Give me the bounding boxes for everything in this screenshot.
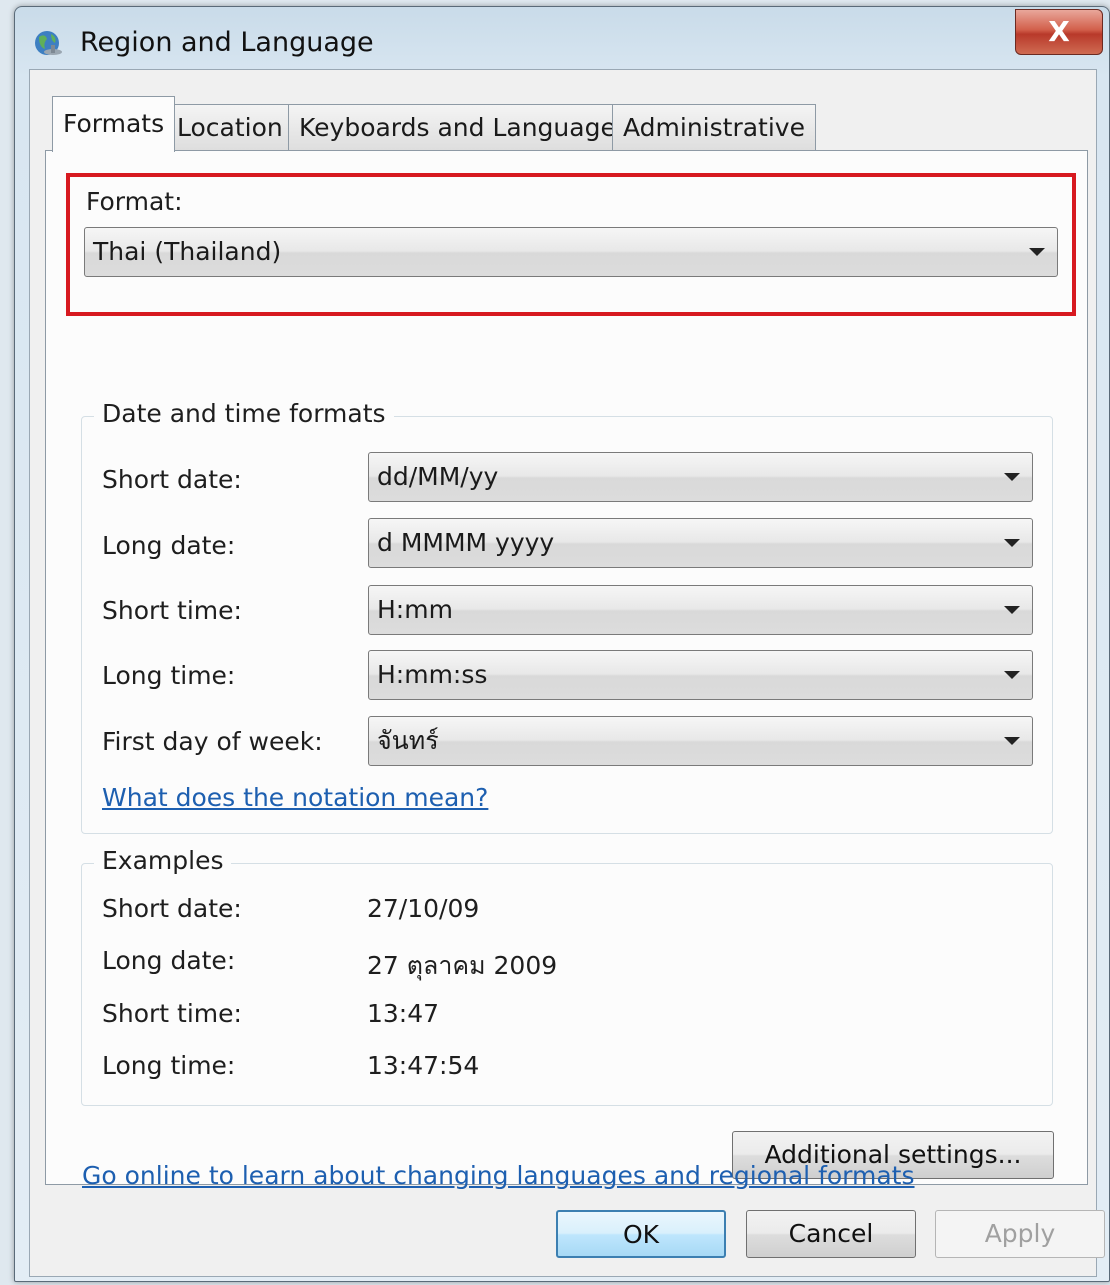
long-date-value: d MMMM yyyy	[377, 528, 555, 557]
tab-label: Administrative	[623, 113, 805, 142]
example-long-date-value: 27 ตุลาคม 2009	[367, 951, 558, 980]
tab-formats[interactable]: Formats	[52, 96, 176, 152]
first-day-of-week-value: จันทร์	[377, 726, 439, 755]
short-date-dropdown[interactable]: dd/MM/yy	[368, 452, 1033, 502]
first-day-of-week-dropdown[interactable]: จันทร์	[368, 716, 1033, 766]
window-title: Region and Language	[80, 27, 374, 58]
long-time-label: Long time:	[102, 661, 236, 690]
short-time-value: H:mm	[377, 595, 453, 624]
first-day-of-week-label: First day of week:	[102, 727, 323, 756]
tab-label: Location	[177, 113, 283, 142]
format-label: Format:	[86, 187, 183, 216]
apply-button[interactable]: Apply	[935, 1210, 1105, 1258]
long-date-label: Long date:	[102, 531, 236, 560]
short-date-value: dd/MM/yy	[377, 462, 499, 491]
cancel-button[interactable]: Cancel	[746, 1210, 916, 1258]
tab-administrative[interactable]: Administrative	[612, 104, 816, 150]
long-time-dropdown[interactable]: H:mm:ss	[368, 650, 1033, 700]
tab-label: Keyboards and Languages	[299, 113, 629, 142]
format-highlight-box: Format: Thai (Thailand)	[66, 173, 1076, 316]
chevron-down-icon	[1029, 248, 1045, 256]
example-long-time-value: 13:47:54	[367, 1051, 480, 1080]
title-bar[interactable]: Region and Language X	[15, 7, 1109, 75]
dialog-body: Formats Location Keyboards and Languages…	[29, 69, 1105, 1277]
example-long-time-label: Long time:	[102, 1051, 236, 1080]
tab-label: Formats	[63, 109, 165, 138]
long-date-dropdown[interactable]: d MMMM yyyy	[368, 518, 1033, 568]
chevron-down-icon	[1004, 671, 1020, 679]
example-short-date-label: Short date:	[102, 894, 242, 923]
notation-help-link[interactable]: What does the notation mean?	[102, 783, 488, 812]
chevron-down-icon	[1004, 606, 1020, 614]
ok-button[interactable]: OK	[556, 1210, 726, 1258]
long-time-value: H:mm:ss	[377, 660, 488, 689]
example-short-date-value: 27/10/09	[367, 894, 480, 923]
short-time-dropdown[interactable]: H:mm	[368, 585, 1033, 635]
group-title: Date and time formats	[94, 399, 394, 428]
tab-keyboards-and-languages[interactable]: Keyboards and Languages	[288, 104, 640, 150]
short-time-label: Short time:	[102, 596, 242, 625]
online-help-link[interactable]: Go online to learn about changing langua…	[82, 1161, 915, 1190]
chevron-down-icon	[1004, 737, 1020, 745]
globe-icon	[33, 25, 65, 59]
date-time-formats-group: Date and time formats Short date: dd/MM/…	[81, 399, 1053, 834]
region-language-window: Region and Language X Formats Location K…	[14, 6, 1110, 1282]
group-title: Examples	[94, 846, 232, 875]
example-short-time-value: 13:47	[367, 999, 440, 1028]
format-dropdown[interactable]: Thai (Thailand)	[84, 227, 1058, 277]
format-value: Thai (Thailand)	[93, 237, 282, 266]
close-button[interactable]: X	[1015, 9, 1103, 55]
chevron-down-icon	[1004, 539, 1020, 547]
tab-location[interactable]: Location	[166, 104, 294, 150]
short-date-label: Short date:	[102, 465, 242, 494]
close-icon: X	[1048, 15, 1070, 48]
example-short-time-label: Short time:	[102, 999, 242, 1028]
formats-tab-panel: Format: Thai (Thailand) Date and time fo…	[45, 150, 1088, 1190]
chevron-down-icon	[1004, 473, 1020, 481]
example-long-date-label: Long date:	[102, 946, 236, 975]
examples-group: Examples Short date: 27/10/09 Long date:…	[81, 846, 1053, 1106]
